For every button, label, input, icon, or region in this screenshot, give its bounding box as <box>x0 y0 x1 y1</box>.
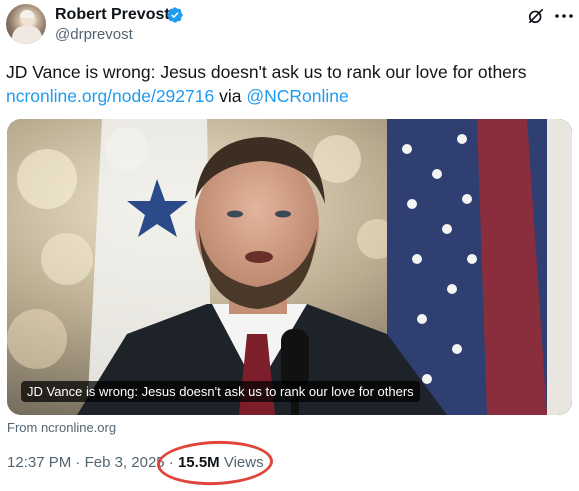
tweet-time[interactable]: 12:37 PM <box>7 454 71 471</box>
grok-icon[interactable] <box>526 6 546 26</box>
author-name[interactable]: Robert Prevost <box>55 6 170 24</box>
article-image <box>7 119 572 415</box>
meta-separator: · <box>75 454 81 471</box>
highlight-circle-annotation <box>156 438 274 488</box>
mention-link[interactable]: @NCRonline <box>246 86 348 106</box>
author-handle[interactable]: @drprevost <box>55 26 133 43</box>
link-card[interactable]: JD Vance is wrong: Jesus doesn't ask us … <box>7 119 572 415</box>
article-link[interactable]: ncronline.org/node/292716 <box>6 86 214 106</box>
tweet-text: JD Vance is wrong: Jesus doesn't ask us … <box>6 60 571 108</box>
via-text: via <box>219 86 242 106</box>
avatar[interactable] <box>6 4 46 44</box>
verified-badge-icon <box>167 7 183 23</box>
avatar-cap <box>20 10 34 18</box>
card-source[interactable]: From ncronline.org <box>7 420 116 435</box>
tweet-date[interactable]: Feb 3, 2025 <box>85 454 165 471</box>
tweet-body: JD Vance is wrong: Jesus doesn't ask us … <box>6 62 527 82</box>
more-options-icon[interactable] <box>554 14 574 18</box>
avatar-robe <box>12 26 42 44</box>
card-caption: JD Vance is wrong: Jesus doesn't ask us … <box>21 381 420 402</box>
